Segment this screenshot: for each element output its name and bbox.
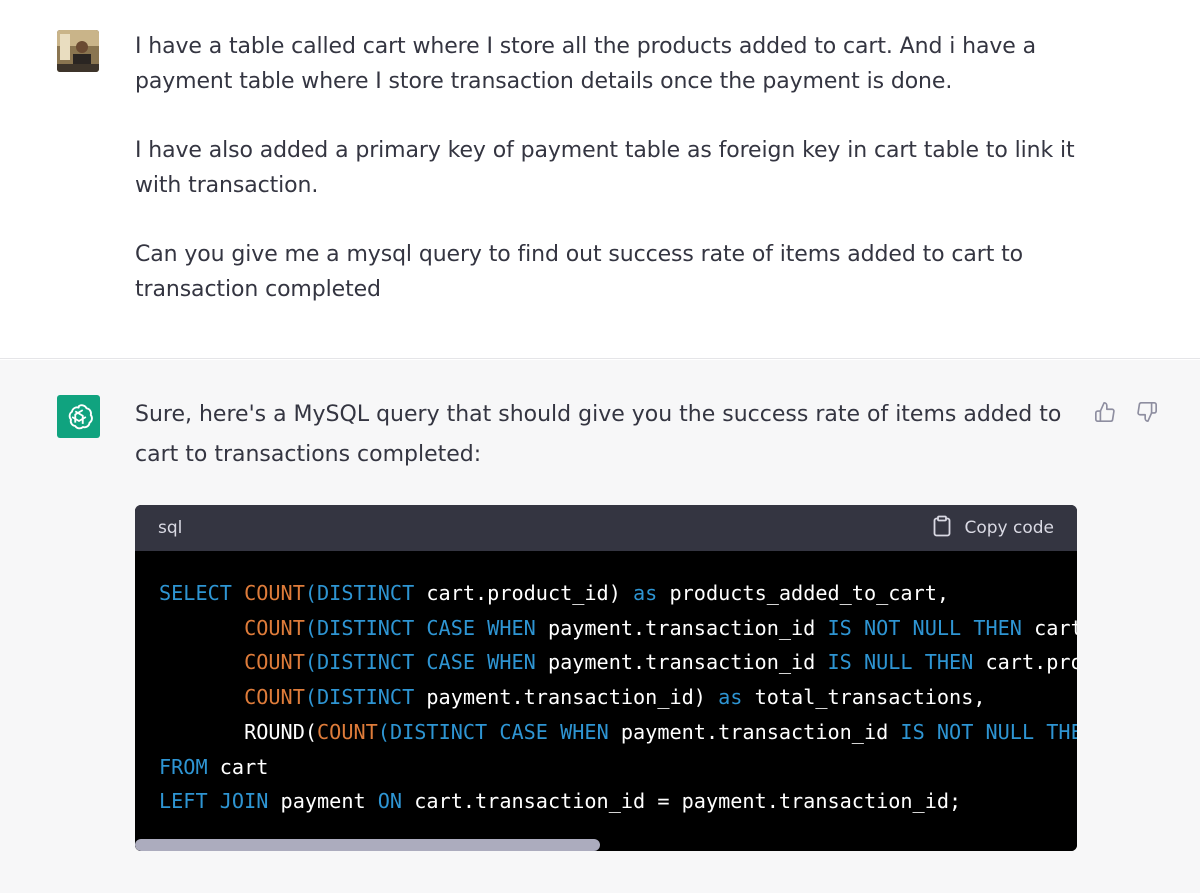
copy-code-button[interactable]: Copy code — [932, 515, 1054, 542]
code-line: COUNT(DISTINCT CASE WHEN payment.transac… — [159, 616, 1077, 640]
code-line: LEFT JOIN payment ON cart.transaction_id… — [159, 789, 961, 813]
code-token: as — [718, 685, 755, 710]
code-token: SELECT — [159, 581, 245, 605]
code-token: IS NOT NULL THEN — [827, 615, 1035, 640]
assistant-message-text: Sure, here's a MySQL query that should g… — [135, 395, 1075, 475]
user-avatar — [57, 30, 99, 72]
code-token: cart.product_id) — [426, 581, 634, 605]
code-token: COUNT — [244, 650, 305, 675]
code-token: ON — [377, 789, 415, 814]
code-token: payment — [280, 789, 378, 814]
code-token: FROM — [159, 754, 220, 779]
code-line: COUNT(DISTINCT CASE WHEN payment.transac… — [159, 650, 1077, 674]
openai-logo-icon — [57, 395, 100, 438]
user-paragraph: Can you give me a mysql query to find ou… — [135, 242, 1023, 302]
code-token: (DISTINCT — [304, 685, 427, 710]
feedback-buttons — [1093, 400, 1159, 424]
code-token: cart.transaction_id = payment.transactio… — [414, 789, 962, 814]
code-token: (DISTINCT CASE WHEN — [304, 650, 548, 675]
assistant-intro: Sure, here's a MySQL query that should g… — [135, 402, 1062, 467]
code-token: payment.transaction_id — [547, 650, 828, 675]
code-token: COUNT — [244, 685, 305, 710]
clipboard-icon — [932, 515, 952, 542]
code-block: sql Copy code SELECT COUNT(DISTINCT cart… — [135, 505, 1077, 851]
code-header: sql Copy code — [135, 505, 1077, 551]
thumbs-up-icon[interactable] — [1093, 400, 1117, 424]
code-line: SELECT COUNT(DISTINCT cart.product_id) a… — [159, 581, 949, 605]
code-line: ROUND(COUNT(DISTINCT CASE WHEN payment.t… — [159, 720, 1077, 744]
horizontal-scrollbar[interactable] — [135, 839, 1077, 851]
code-token: COUNT — [244, 581, 305, 605]
code-token: COUNT — [317, 719, 378, 744]
code-token: (DISTINCT CASE WHEN — [304, 615, 548, 640]
code-token: cart — [219, 754, 269, 779]
assistant-message-row: Sure, here's a MySQL query that should g… — [0, 360, 1200, 893]
code-token: COUNT — [244, 615, 305, 640]
code-token: (DISTINCT CASE WHEN — [377, 719, 621, 744]
code-token: payment.transaction_id — [547, 615, 828, 640]
thumbs-down-icon[interactable] — [1135, 400, 1159, 424]
code-token: IS NOT NULL THE — [900, 719, 1077, 744]
code-token: as — [633, 581, 670, 605]
code-content: SELECT COUNT(DISTINCT cart.product_id) a… — [135, 551, 1077, 851]
code-token: cart — [1034, 615, 1077, 640]
copy-code-label: Copy code — [964, 518, 1054, 538]
scrollbar-thumb[interactable] — [135, 839, 600, 851]
user-paragraph: I have also added a primary key of payme… — [135, 138, 1075, 198]
code-line: FROM cart — [159, 755, 268, 779]
code-token: LEFT JOIN — [159, 789, 281, 814]
code-token: total_transactions, — [754, 685, 986, 710]
code-token: products_added_to_cart, — [669, 581, 950, 605]
user-message-text: I have a table called cart where I store… — [135, 30, 1085, 307]
user-message-row: I have a table called cart where I store… — [0, 0, 1200, 359]
code-token: cart.pro — [985, 650, 1078, 675]
code-token: payment.transaction_id — [620, 719, 901, 744]
code-token: ROUND( — [159, 719, 318, 744]
code-token: (DISTINCT — [304, 581, 427, 605]
code-text: SELECT COUNT(DISTINCT cart.product_id) a… — [159, 576, 1077, 819]
code-token: IS NULL THEN — [827, 650, 986, 675]
user-paragraph: I have a table called cart where I store… — [135, 34, 1036, 94]
code-line: COUNT(DISTINCT payment.transaction_id) a… — [159, 685, 986, 710]
code-language-label: sql — [158, 518, 183, 538]
code-token: payment.transaction_id) — [426, 685, 719, 710]
